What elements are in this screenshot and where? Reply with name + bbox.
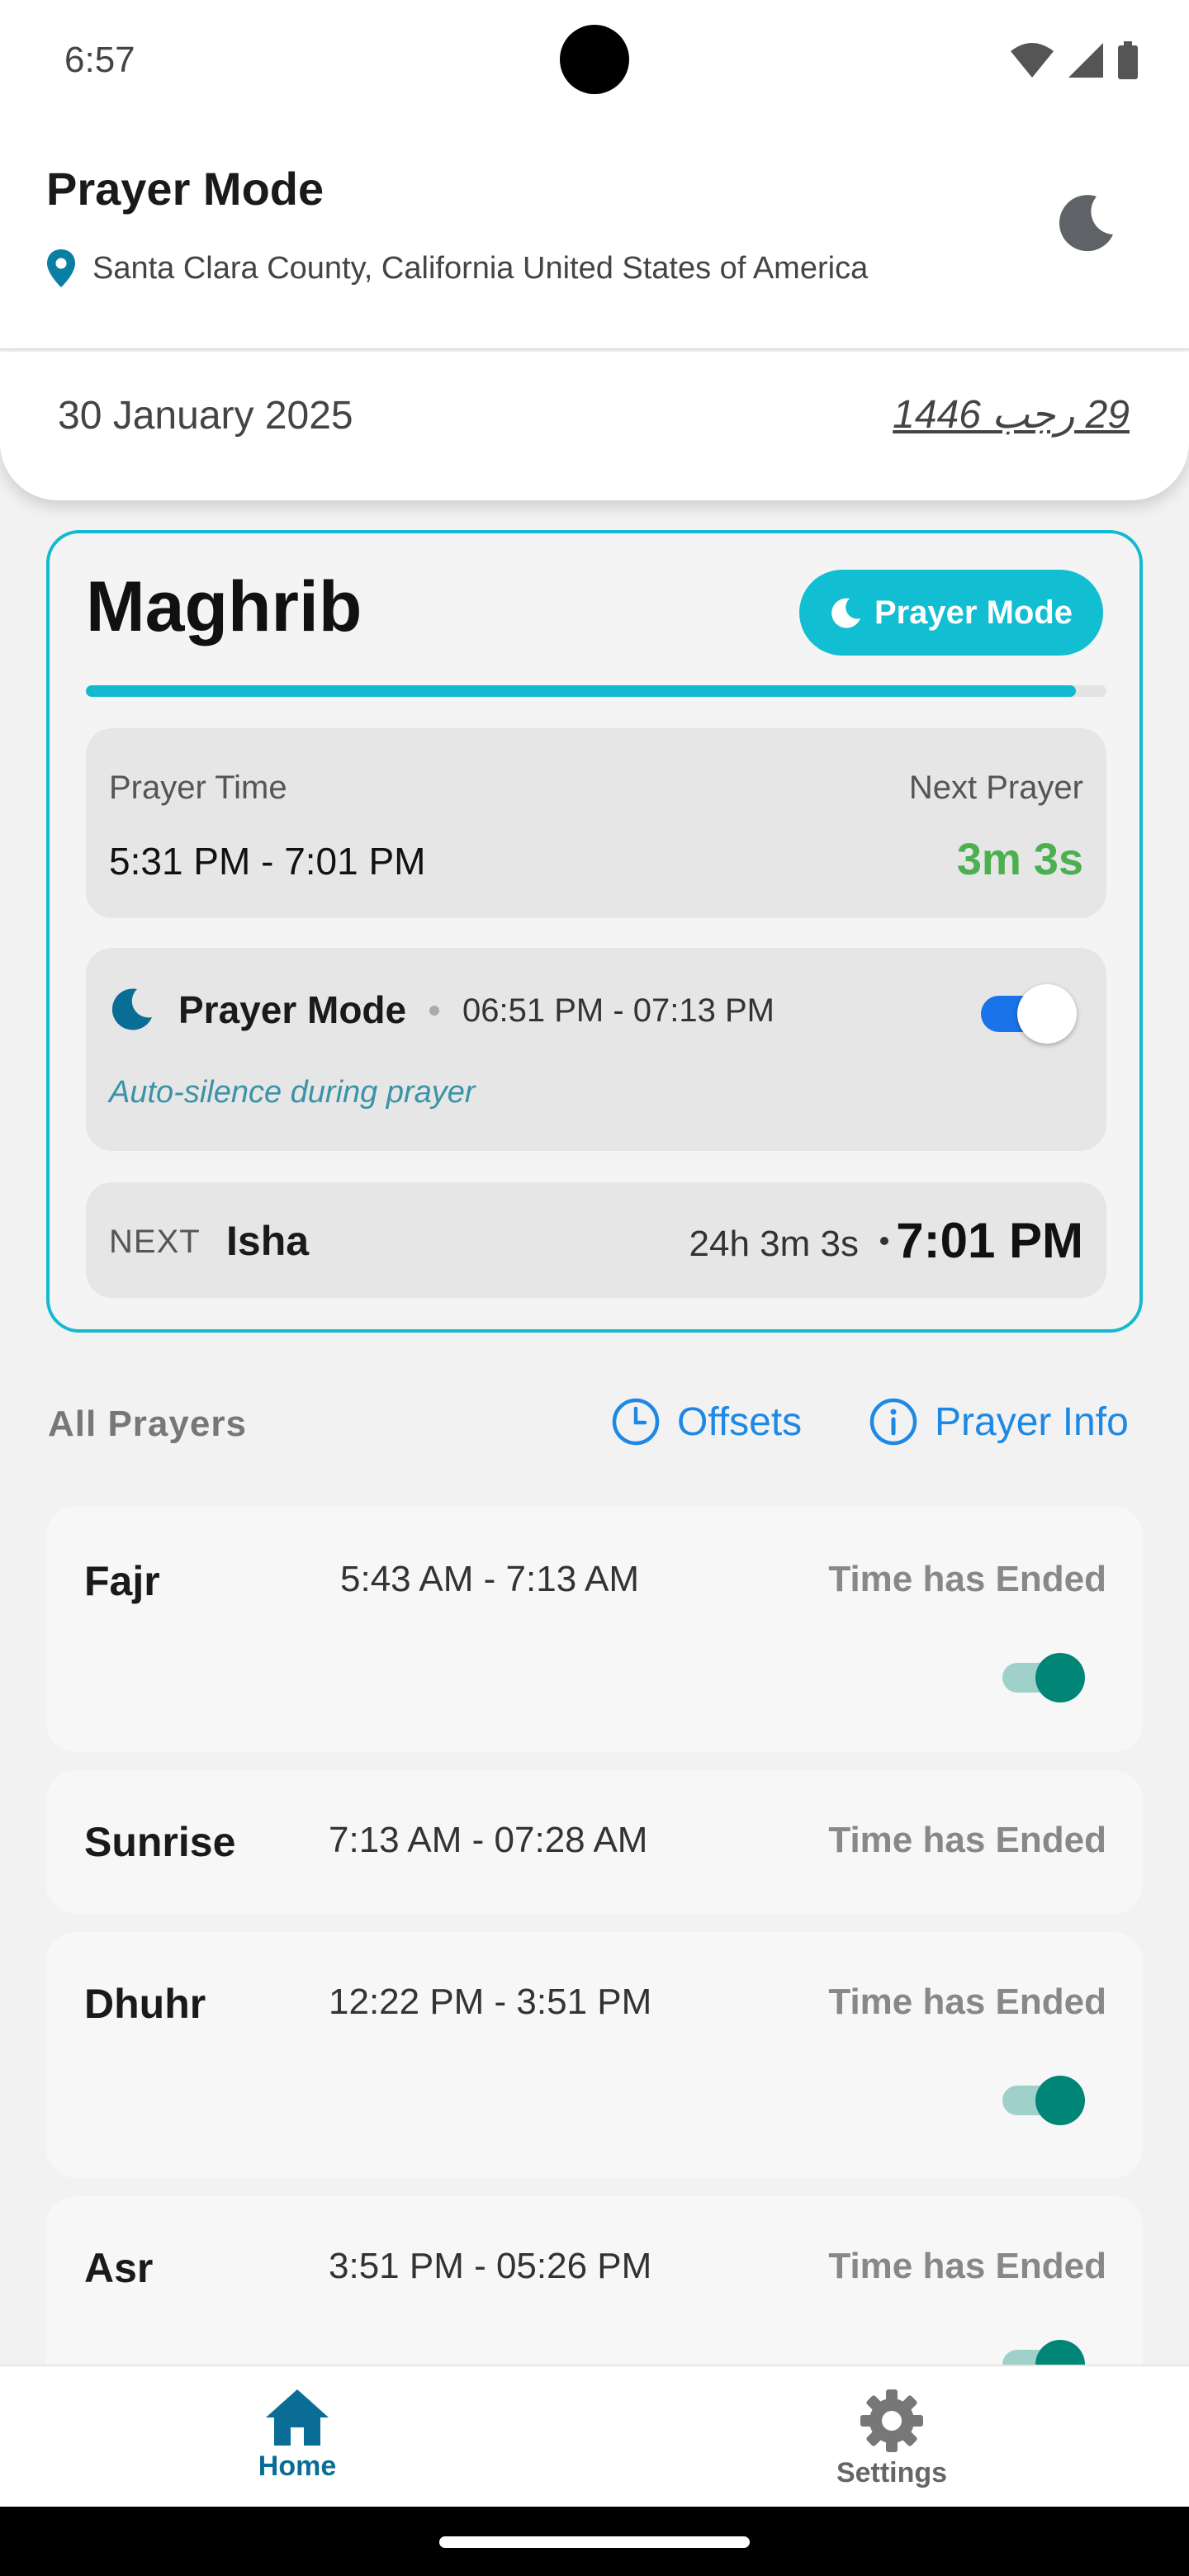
prayer-alert-toggle[interactable] bbox=[1002, 2338, 1085, 2365]
prayer-name: Dhuhr bbox=[84, 1981, 206, 2027]
info-icon bbox=[869, 1398, 917, 1446]
prayer-alert-toggle[interactable] bbox=[1002, 1651, 1085, 1704]
status-time: 6:57 bbox=[64, 40, 135, 80]
prayer-card-dhuhr[interactable]: Dhuhr 12:22 PM - 3:51 PM Time has Ended bbox=[46, 1932, 1143, 2178]
offsets-label: Offsets bbox=[677, 1399, 803, 1444]
offsets-button[interactable]: Offsets bbox=[611, 1397, 802, 1447]
prayer-card-fajr[interactable]: Fajr 5:43 AM - 7:13 AM Time has Ended bbox=[46, 1506, 1143, 1752]
gesture-navigation-bar bbox=[0, 2507, 1189, 2576]
prayer-status: Time has Ended bbox=[828, 1982, 1106, 2022]
battery-icon bbox=[1118, 41, 1138, 79]
prayer-progress-fill bbox=[86, 685, 1076, 697]
separator-dot bbox=[880, 1237, 888, 1245]
location-text: Santa Clara County, California United St… bbox=[92, 250, 869, 286]
current-prayer-card: Maghrib Prayer Mode Prayer Time Next Pra… bbox=[46, 530, 1143, 1333]
prayer-progress-bar bbox=[86, 685, 1106, 697]
prayer-card-asr[interactable]: Asr 3:51 PM - 05:26 PM Time has Ended bbox=[46, 2196, 1143, 2365]
next-prayer-label: Next Prayer bbox=[908, 769, 1083, 806]
prayer-time-range: 7:13 AM - 07:28 AM bbox=[329, 1820, 648, 1860]
home-icon bbox=[266, 2389, 329, 2446]
prayer-mode-subtitle: Auto-silence during prayer bbox=[109, 1075, 476, 1110]
prayer-status: Time has Ended bbox=[828, 1559, 1106, 1599]
location-pin-icon bbox=[47, 249, 75, 287]
bottom-navigation: Home Settings bbox=[0, 2365, 1189, 2507]
prayer-time-label: Prayer Time bbox=[109, 769, 287, 806]
prayer-name: Asr bbox=[84, 2245, 154, 2291]
toggle-knob bbox=[1035, 2076, 1085, 2125]
prayer-name: Sunrise bbox=[84, 1819, 236, 1865]
home-gesture-handle[interactable] bbox=[439, 2536, 750, 2548]
current-prayer-name: Maghrib bbox=[86, 567, 362, 646]
date-band: 30 January 2025 29 رجب 1446 bbox=[0, 352, 1189, 500]
app-header: Prayer Mode Santa Clara County, Californ… bbox=[0, 116, 1189, 350]
next-prayer-countdown-long: 24h 3m 3s bbox=[689, 1224, 859, 1264]
prayer-time-range: 3:51 PM - 05:26 PM bbox=[329, 2246, 652, 2286]
prayer-time-range: 12:22 PM - 3:51 PM bbox=[329, 1982, 652, 2022]
prayer-time-range: 5:43 AM - 7:13 AM bbox=[340, 1559, 639, 1599]
toggle-knob bbox=[1035, 2340, 1085, 2365]
prayer-mode-button-label: Prayer Mode bbox=[874, 594, 1073, 631]
separator-dot bbox=[429, 1006, 439, 1016]
gear-icon bbox=[860, 2389, 923, 2452]
moon-icon bbox=[111, 988, 152, 1030]
all-prayers-title: All Prayers bbox=[48, 1404, 247, 1444]
prayer-info-label: Prayer Info bbox=[935, 1399, 1129, 1444]
wifi-icon bbox=[1011, 43, 1054, 78]
prayer-mode-toggle[interactable] bbox=[978, 984, 1077, 1044]
status-bar: 6:57 bbox=[0, 0, 1189, 116]
prayer-status: Time has Ended bbox=[828, 2246, 1106, 2286]
next-prayer-box: NEXT Isha 24h 3m 3s 7:01 PM bbox=[86, 1182, 1106, 1298]
nav-settings[interactable]: Settings bbox=[793, 2388, 991, 2489]
page-title: Prayer Mode bbox=[46, 163, 324, 215]
prayer-time-box: Prayer Time Next Prayer 5:31 PM - 7:01 P… bbox=[86, 728, 1106, 918]
status-icons bbox=[1009, 41, 1139, 79]
next-prayer-time: 7:01 PM bbox=[896, 1213, 1083, 1268]
next-prayer-countdown: 3m 3s bbox=[956, 835, 1083, 884]
theme-toggle-moon-icon[interactable] bbox=[1054, 190, 1120, 256]
gregorian-date: 30 January 2025 bbox=[58, 394, 353, 438]
signal-icon bbox=[1068, 43, 1103, 78]
clock-icon bbox=[612, 1398, 660, 1446]
prayer-alert-toggle[interactable] bbox=[1002, 2074, 1085, 2127]
prayer-time-range: 5:31 PM - 7:01 PM bbox=[109, 840, 426, 883]
moon-icon bbox=[831, 598, 860, 628]
hijri-date[interactable]: 29 رجب 1446 bbox=[893, 391, 1130, 438]
camera-cutout bbox=[560, 25, 629, 94]
nav-settings-label: Settings bbox=[836, 2457, 948, 2488]
toggle-knob bbox=[1035, 1653, 1085, 1702]
prayer-status: Time has Ended bbox=[828, 1820, 1106, 1860]
prayer-info-button[interactable]: Prayer Info bbox=[869, 1397, 1129, 1447]
nav-home[interactable]: Home bbox=[198, 2388, 396, 2483]
prayer-mode-button[interactable]: Prayer Mode bbox=[799, 570, 1103, 656]
next-label: NEXT bbox=[109, 1224, 201, 1260]
prayer-card-sunrise[interactable]: Sunrise 7:13 AM - 07:28 AM Time has Ende… bbox=[46, 1770, 1143, 1914]
prayer-mode-title: Prayer Mode bbox=[178, 988, 407, 1031]
next-prayer-name: Isha bbox=[226, 1218, 310, 1264]
prayer-name: Fajr bbox=[84, 1558, 160, 1604]
toggle-knob bbox=[1017, 984, 1077, 1044]
nav-home-label: Home bbox=[258, 2451, 337, 2482]
prayer-mode-range: 06:51 PM - 07:13 PM bbox=[462, 992, 775, 1029]
prayer-mode-box: Prayer Mode 06:51 PM - 07:13 PM Auto-sil… bbox=[86, 948, 1106, 1151]
location-row: Santa Clara County, California United St… bbox=[46, 249, 868, 287]
